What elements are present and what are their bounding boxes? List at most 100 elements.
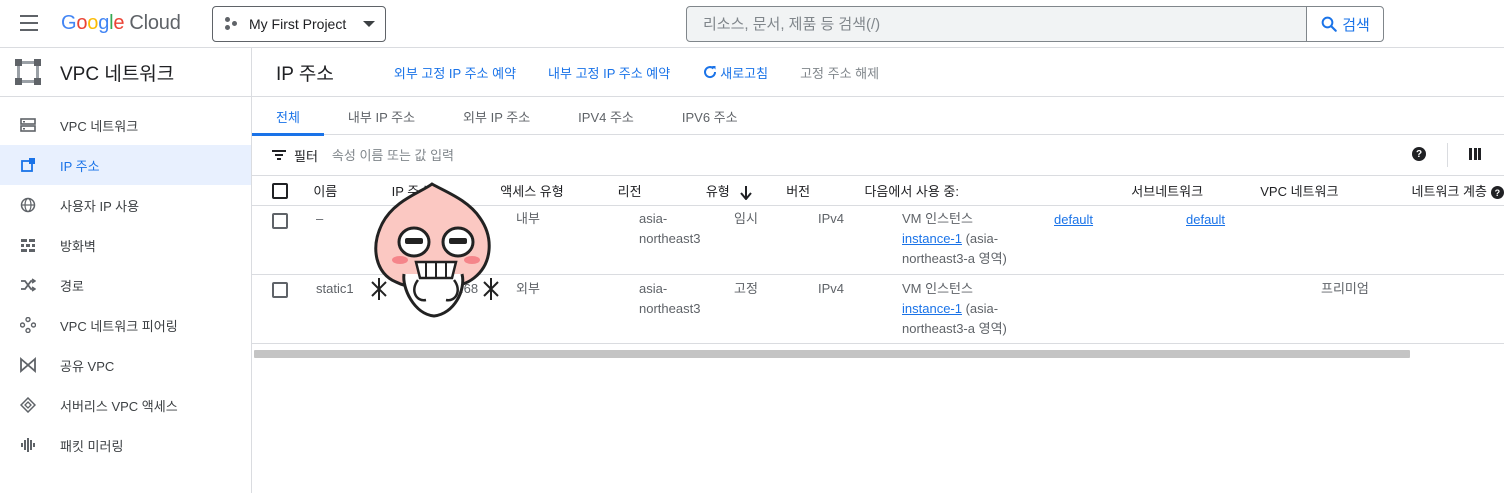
vpc-network-link[interactable]: default [1186,210,1225,230]
column-header-vpc-network[interactable]: VPC 네트워크 [1260,175,1412,206]
row-in-use-by: VM 인스턴스 instance-1 (asia-northeast3-a 영역) [902,281,1007,336]
row-access-type: 외부 [516,281,540,296]
tab-ipv6[interactable]: IPV6 주소 [658,97,762,135]
filter-icon[interactable] [272,149,286,161]
sidebar-nav: VPC 네트워크 IP 주소 사용자 IP 사용 방화벽 경로 VPC 네트워크… [0,97,251,465]
sidebar-item-packet-mirroring[interactable]: 패킷 미러링 [0,425,251,465]
sidebar-item-label: 공유 VPC [60,358,115,374]
row-version: IPv4 [818,211,845,226]
column-header-network-tier-label: 네트워크 계층 [1411,184,1487,199]
sidebar-item-label: 서버리스 VPC 액세스 [60,398,178,414]
sidebar-header: VPC 네트워크 [0,48,251,97]
reserve-external-ip-button[interactable]: 외부 고정 IP 주소 예약 [394,63,516,82]
shared-vpc-icon [20,357,36,373]
sidebar-item-firewall[interactable]: 방화벽 [0,225,251,265]
release-static-address-button[interactable]: 고정 주소 해제 [800,63,879,82]
search-button-label: 검색 [1342,16,1370,34]
chevron-down-icon [363,21,375,27]
row-network-tier: 프리미엄 [1321,281,1369,296]
globe-icon [20,197,36,213]
refresh-button[interactable]: 새로고침 [702,63,768,82]
sidebar-item-user-ip[interactable]: 사용자 IP 사용 [0,185,251,225]
packet-mirroring-icon [20,437,36,453]
serverless-icon [20,397,36,413]
instance-link[interactable]: instance-1 [902,231,962,246]
sidebar-item-label: 패킷 미러링 [60,438,124,454]
search-button[interactable]: 검색 [1306,7,1383,41]
project-name: My First Project [249,16,347,32]
column-header-network-tier[interactable]: 네트워크 계층? [1411,175,1504,206]
sidebar-item-peering[interactable]: VPC 네트워크 피어링 [0,305,251,345]
firewall-icon [20,237,36,253]
select-all-cell [252,175,314,206]
search-icon [1321,16,1337,32]
vpc-network-logo-icon [15,59,41,85]
routes-icon [20,277,36,293]
tab-all[interactable]: 전체 [252,97,324,136]
column-header-type[interactable]: 유형 [705,175,787,206]
filter-label: 필터 [294,148,318,164]
refresh-icon [704,66,717,79]
row-name: static1 [316,281,354,296]
horizontal-scrollbar[interactable] [254,350,1410,358]
row-name: – [316,211,324,226]
sidebar-title: VPC 네트워크 [60,63,175,85]
row-access-type: 내부 [516,211,540,226]
sidebar-item-label: 방화벽 [60,238,96,254]
sidebar-item-label: 사용자 IP 사용 [60,198,140,214]
column-header-region[interactable]: 리전 [617,175,706,206]
column-header-subnetwork[interactable]: 서브네트워크 [1131,175,1261,206]
peering-icon [20,317,36,333]
sidebar-item-label: VPC 네트워크 [60,118,139,134]
divider [1447,143,1448,167]
sort-arrow-down-icon [739,185,752,200]
filter-bar: 필터 ? [252,135,1504,175]
subnetwork-link[interactable]: default [1054,210,1093,230]
search-input[interactable] [687,7,1306,41]
column-display-icon[interactable] [1469,148,1481,160]
project-icon [225,17,239,31]
peach-character-sticker [371,182,499,318]
column-header-access-type[interactable]: 액세스 유형 [500,175,618,206]
instance-link[interactable]: instance-1 [902,301,962,316]
row-region: asia-northeast3 [639,211,701,246]
row-checkbox[interactable] [272,213,288,229]
vpc-network-icon [20,117,36,133]
refresh-label: 새로고침 [720,65,769,81]
sidebar-item-ip-address[interactable]: IP 주소 [0,145,251,185]
sidebar-item-label: VPC 네트워크 피어링 [60,318,178,334]
sidebar-item-routes[interactable]: 경로 [0,265,251,305]
column-header-in-use-by[interactable]: 다음에서 사용 중: [864,175,1132,206]
reserve-internal-ip-button[interactable]: 내부 고정 IP 주소 예약 [548,63,670,82]
row-version: IPv4 [818,281,845,296]
select-all-checkbox[interactable] [272,182,288,199]
search-box: 검색 [686,6,1384,42]
column-header-type-label: 유형 [705,184,730,199]
filter-input[interactable] [331,147,732,163]
help-icon[interactable]: ? [1490,186,1504,200]
project-picker[interactable]: My First Project [212,6,386,42]
sidebar-item-serverless-vpc[interactable]: 서버리스 VPC 액세스 [0,385,251,425]
row-type: 임시 [734,211,758,226]
sidebar-item-vpc-network[interactable]: VPC 네트워크 [0,105,251,145]
sidebar-item-label: 경로 [60,278,84,294]
row-region: asia-northeast3 [639,281,701,316]
tab-bar: 전체 내부 IP 주소 외부 IP 주소 IPV4 주소 IPV6 주소 [252,97,1504,136]
ip-address-icon [20,157,36,173]
tab-internal-ip[interactable]: 내부 IP 주소 [324,97,439,135]
sidebar-item-label: IP 주소 [60,158,100,174]
action-bar: IP 주소 외부 고정 IP 주소 예약 내부 고정 IP 주소 예약 새로고침… [252,48,1504,97]
sidebar: VPC 네트워크 VPC 네트워크 IP 주소 사용자 IP 사용 방화벽 경로… [0,48,252,493]
column-header-version[interactable]: 버전 [786,175,865,206]
row-type: 고정 [734,281,758,296]
tab-external-ip[interactable]: 외부 IP 주소 [439,97,554,135]
row-in-use-by: VM 인스턴스 instance-1 (asia-northeast3-a 영역) [902,211,1007,266]
page-title: IP 주소 [276,63,334,85]
row-checkbox[interactable] [272,282,288,298]
help-icon[interactable]: ? [1412,147,1426,161]
google-cloud-logo[interactable]: Google Cloud [61,12,181,35]
top-bar: GoogleCloud My First Project 검색 [0,0,1504,48]
sidebar-item-shared-vpc[interactable]: 공유 VPC [0,345,251,385]
tab-ipv4[interactable]: IPV4 주소 [554,97,658,135]
hamburger-menu-icon[interactable] [20,15,40,31]
